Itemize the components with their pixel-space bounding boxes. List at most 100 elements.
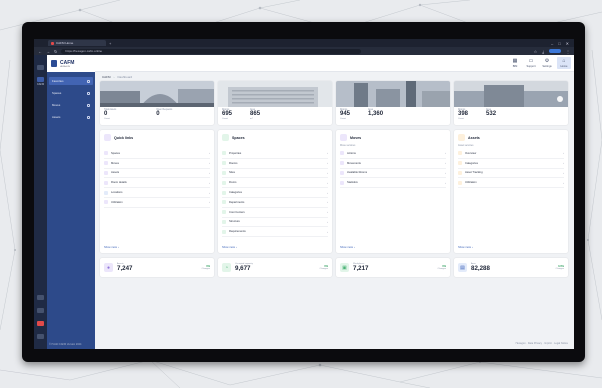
panel-title: Moves <box>350 135 362 140</box>
stat-value: 1,360 <box>368 111 384 117</box>
back-icon[interactable]: ← <box>38 49 42 54</box>
moves-icon <box>87 103 90 107</box>
list-item[interactable]: Requirements › <box>222 227 328 238</box>
chevron-right-icon: › <box>209 161 210 166</box>
site-card[interactable]: Total Assets 0 Count Open Requests 0 <box>100 81 214 125</box>
show-more-link[interactable]: Show more › <box>458 246 473 249</box>
list-item[interactable]: Movements › <box>340 159 446 169</box>
list-item[interactable]: Rooms › <box>222 159 328 169</box>
forward-icon[interactable]: → <box>46 49 50 54</box>
bim-button[interactable]: ▦ BIM <box>508 57 522 69</box>
list-item[interactable]: Asset Tracking › <box>458 169 564 179</box>
new-tab-icon[interactable]: + <box>109 41 111 46</box>
sidebar-item-spaces[interactable]: Spaces <box>49 89 93 97</box>
user-icon[interactable] <box>37 308 44 313</box>
panel-assets: Assets Asset services Overview › Categori… <box>454 130 568 253</box>
download-icon[interactable]: ⤓ <box>542 49 544 54</box>
home-button[interactable]: ⌂ Home <box>557 57 571 69</box>
list-item[interactable]: Assets › <box>104 169 210 179</box>
list-item[interactable]: Sites › <box>222 169 328 179</box>
logout-icon[interactable] <box>37 334 44 339</box>
stat-card-workplaces[interactable]: ▣ Workplaces 7,217 0% Changes <box>336 258 450 277</box>
show-more-link[interactable]: Show more › <box>104 246 119 249</box>
stat-card-capacity[interactable]: ◔ Occupied capacity 9,677 0% Changes <box>218 258 332 277</box>
list-item[interactable]: Overview › <box>458 149 564 159</box>
assets-icon <box>104 170 108 175</box>
list-item[interactable]: Departments › <box>222 198 328 208</box>
stat-change-label: Changes <box>319 268 328 270</box>
list-item[interactable]: Locations › <box>104 188 210 198</box>
star-icon[interactable]: ☆ <box>534 49 538 54</box>
sidebar-item-moves[interactable]: Moves <box>49 101 93 109</box>
stat-change-label: Changes <box>201 268 210 270</box>
list-item[interactable]: Available Rooms › <box>340 169 446 179</box>
site-card[interactable]: Rooms 695 Count Area 865 m² <box>218 81 332 125</box>
chevron-right-icon: › <box>327 219 328 224</box>
list-item[interactable]: Structure › <box>222 218 328 228</box>
sidebar-item-assets[interactable]: Assets <box>49 113 93 121</box>
chevron-right-icon: › <box>445 161 446 166</box>
minimize-icon[interactable]: – <box>551 41 553 46</box>
show-more-link[interactable]: Show more › <box>222 246 237 249</box>
grid-icon: ▦ <box>512 57 518 64</box>
list-item[interactable]: Spaces › <box>104 149 210 159</box>
site-photo <box>218 81 332 107</box>
list-item[interactable]: Room details › <box>104 178 210 189</box>
list-item[interactable]: Categories › <box>458 159 564 169</box>
show-more-link[interactable]: Show more › <box>340 246 355 249</box>
maximize-icon[interactable]: □ <box>558 41 560 46</box>
list-item[interactable]: Properties › <box>222 149 328 159</box>
list-item[interactable]: Utilization › <box>104 198 210 208</box>
category-icon <box>222 190 226 195</box>
chevron-right-icon: › <box>445 180 446 185</box>
browser-tab[interactable]: CAFM Home <box>48 40 106 46</box>
list-item[interactable]: Floors › <box>222 178 328 189</box>
department-icon <box>222 200 226 205</box>
site-card[interactable]: Rooms 398 Count Area 532 <box>454 81 568 125</box>
gear-icon: ⚙ <box>544 57 550 64</box>
reload-icon[interactable]: ↻ <box>54 49 57 54</box>
chevron-right-icon: › <box>209 180 210 185</box>
assets-icon <box>458 134 465 141</box>
stat-card-area[interactable]: ▤ Area 82,288 0.0% Changes <box>454 258 568 277</box>
site-card[interactable]: Rooms 945 Count Area 1,360 <box>336 81 450 125</box>
sidebar-item-label: Moves <box>52 103 61 107</box>
support-button[interactable]: ▭ Support <box>524 57 538 69</box>
quick-links-icon <box>104 134 111 141</box>
url-input[interactable]: https://hexagon.cafm.online <box>61 48 362 54</box>
list-item-label: Spaces <box>111 151 120 155</box>
list-item-label: Available Rooms <box>347 171 368 175</box>
chevron-right-icon: › <box>209 190 210 195</box>
person-icon: ● <box>104 263 113 272</box>
notification-icon[interactable] <box>37 321 44 326</box>
menu-icon[interactable] <box>37 65 44 70</box>
list-item-label: Categories <box>229 191 242 195</box>
favicon-icon <box>51 41 54 45</box>
settings-button[interactable]: ⚙ Settings <box>540 57 554 69</box>
structure-icon <box>222 219 226 224</box>
more-icon[interactable]: ⋮ <box>566 49 570 54</box>
list-item[interactable]: Cost Centers › <box>222 208 328 218</box>
building-icon[interactable] <box>37 77 44 82</box>
list-item-label: Requirements <box>229 230 246 234</box>
stat-card-assets[interactable]: ● Assets 7,247 0% Changes <box>100 258 214 277</box>
list-item[interactable]: Moves › <box>104 159 210 169</box>
list-item[interactable]: Actions › <box>340 149 446 159</box>
stat-value: 0 <box>104 111 108 117</box>
stat-value: 82,288 <box>471 265 490 272</box>
list-item[interactable]: Statistics › <box>340 178 446 189</box>
app-logo[interactable]: CAFM HEXAGON <box>47 55 95 72</box>
breadcrumb-root[interactable]: CAFM <box>102 75 111 79</box>
sidebar-item-favorites[interactable]: Favorites <box>49 77 93 85</box>
list-item[interactable]: Categories › <box>222 188 328 198</box>
close-icon[interactable]: ✕ <box>566 41 569 46</box>
support-label: Support <box>526 64 536 68</box>
stat-sub: Count <box>458 118 464 120</box>
list-item-label: Moves <box>111 161 119 165</box>
home-icon: ⌂ <box>562 57 566 64</box>
help-icon[interactable] <box>37 295 44 300</box>
profile-button[interactable] <box>549 49 561 53</box>
chevron-right-icon: › <box>445 151 446 156</box>
list-item[interactable]: Utilization › <box>458 178 564 189</box>
assets-icon <box>87 115 90 119</box>
